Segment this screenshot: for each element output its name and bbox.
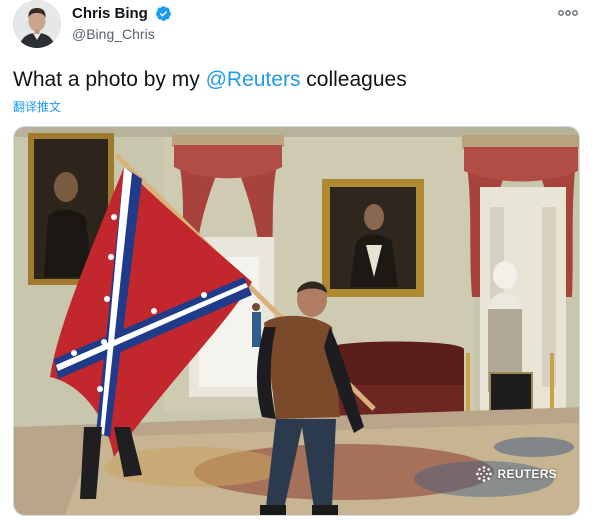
photo-watermark: REUTERS bbox=[475, 465, 557, 483]
author-block: Chris Bing @Bing_Chris bbox=[72, 4, 172, 43]
verified-badge-icon bbox=[156, 6, 172, 21]
author-handle[interactable]: @Bing_Chris bbox=[72, 25, 172, 43]
tweet-text-prefix: What a photo by my bbox=[13, 68, 206, 91]
translate-tweet-link[interactable]: 翻译推文 bbox=[13, 99, 61, 115]
display-name[interactable]: Chris Bing bbox=[72, 4, 148, 23]
mention-link[interactable]: @Reuters bbox=[206, 68, 301, 91]
tweet-text-suffix: colleagues bbox=[300, 68, 407, 91]
photo-scene bbox=[14, 127, 579, 515]
tweet-text: What a photo by my @Reuters colleagues bbox=[13, 66, 407, 93]
reuters-logo-icon bbox=[475, 466, 492, 482]
more-options-icon[interactable] bbox=[556, 6, 580, 20]
watermark-text: REUTERS bbox=[497, 467, 557, 481]
tweet-photo[interactable]: REUTERS bbox=[13, 126, 580, 516]
avatar-image bbox=[13, 0, 61, 48]
avatar[interactable] bbox=[13, 0, 61, 48]
tweet-card: Chris Bing @Bing_Chris What a photo by m… bbox=[0, 0, 596, 520]
